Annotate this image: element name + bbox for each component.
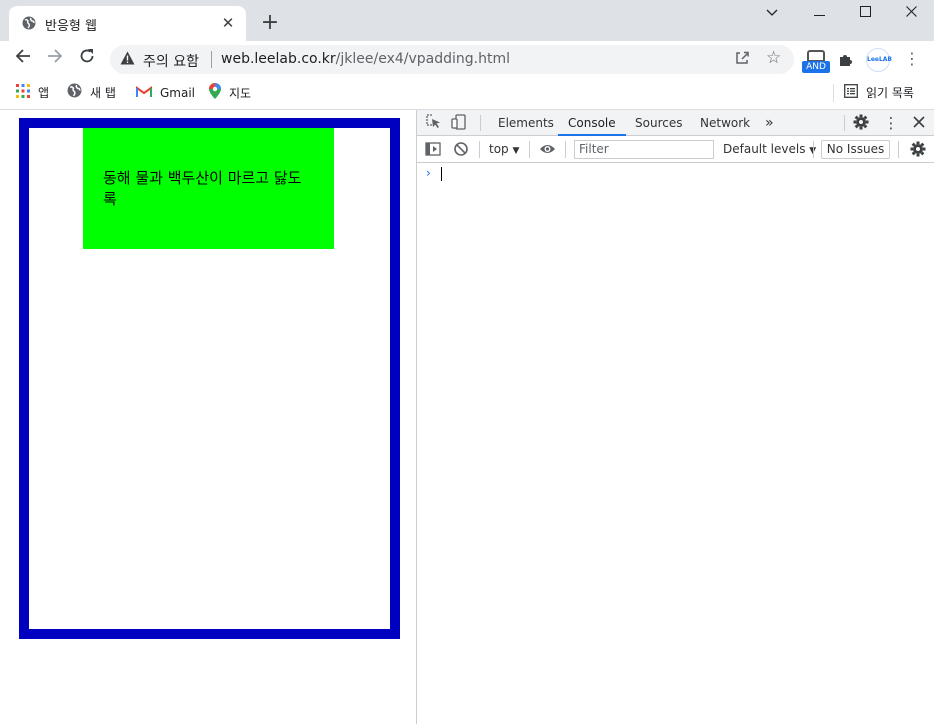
bookmark-apps[interactable]: 앱 [16,83,49,103]
devtools-divider [565,141,566,158]
globe-icon [22,16,36,34]
reading-list-icon [844,83,858,104]
bookmark-maps[interactable]: 지도 [209,83,251,103]
devtools-divider [479,141,480,158]
tab-search-chevron-icon[interactable] [749,0,795,28]
bookmark-new-tab[interactable]: 새 탭 [67,83,116,103]
console-prompt-chevron-icon: › [426,166,431,180]
gmail-icon [136,84,152,104]
bookmark-label: 앱 [38,86,50,100]
reload-button[interactable] [74,46,100,72]
leelab-extension-icon[interactable]: LeeLAB [866,48,892,72]
bookmark-star-icon[interactable]: ☆ [766,48,781,68]
green-padded-box: 동해 물과 백두산이 마르고 닳도록 [83,128,334,249]
tab-console[interactable]: Console [558,110,626,136]
window-close-button[interactable] [888,0,934,28]
blue-bordered-container: 동해 물과 백두산이 마르고 닳도록 [19,118,400,639]
console-filter-input[interactable]: Filter [574,140,714,159]
tab-close-icon[interactable]: ✕ [219,14,237,32]
minimize-button[interactable] [796,0,842,28]
device-toolbar-icon[interactable] [451,114,469,132]
devtools-panel: Elements Console Sources Network » ⋮ top… [416,110,934,724]
reading-list-button[interactable]: 읽기 목록 [844,83,914,103]
extensions-puzzle-icon[interactable] [838,52,854,72]
context-selector[interactable]: top ▼ [489,136,519,163]
bookmark-label: Gmail [160,86,196,100]
url-path: /jklee/ex4/vpadding.html [335,51,510,67]
bookmark-label: 지도 [229,86,252,101]
warning-icon[interactable] [120,51,135,69]
devtools-divider [813,141,814,158]
devtools-divider [844,115,845,131]
sidebar-toggle-icon[interactable] [425,141,443,159]
devtools-tab-bar: Elements Console Sources Network » ⋮ [417,110,934,136]
browser-toolbar: 주의 요함 web.leelab.co.kr/jklee/ex4/vpaddin… [0,41,934,77]
tab-sources[interactable]: Sources [635,110,682,136]
globe-icon [67,83,82,104]
browser-menu-icon[interactable]: ⋮ [904,50,920,68]
green-box-text: 동해 물과 백두산이 마르고 닳도록 [103,169,302,208]
clear-console-icon[interactable] [453,141,471,159]
bookmarks-divider [833,84,834,102]
bookmark-label: 새 탭 [90,86,116,100]
log-levels-label: Default levels [723,142,806,156]
forward-button[interactable] [42,46,68,72]
bookmarks-bar: 앱 새 탭 Gmail 지도 읽기 목록 [0,77,934,110]
and-extension-badge: AND [802,61,830,73]
issues-button[interactable]: No Issues [821,140,890,159]
live-expression-eye-icon[interactable] [539,141,557,159]
browser-title-bar: 반응형 웹 ✕ + [0,0,934,41]
map-pin-icon [209,83,221,105]
address-bar[interactable]: 주의 요함 web.leelab.co.kr/jklee/ex4/vpaddin… [110,45,794,74]
tab-network[interactable]: Network [700,110,750,136]
and-extension-icon[interactable]: AND [802,49,830,73]
maximize-button[interactable] [842,0,888,28]
new-tab-button[interactable]: + [258,11,282,35]
reading-list-label: 읽기 목록 [866,86,914,100]
inspect-element-icon[interactable] [426,114,444,132]
share-icon[interactable] [734,50,750,70]
console-toolbar: top ▼ Filter Default levels ▼ No Issues [417,136,934,163]
context-label: top [489,142,509,156]
settings-gear-icon[interactable] [853,114,871,132]
browser-tab[interactable]: 반응형 웹 ✕ [9,6,246,41]
page-viewport: 동해 물과 백두산이 마르고 닳도록 [0,110,416,724]
tab-title: 반응형 웹 [45,19,97,34]
security-label[interactable]: 주의 요함 [143,51,199,71]
bookmark-gmail[interactable]: Gmail [136,83,195,103]
devtools-divider [898,141,899,158]
tab-elements[interactable]: Elements [498,110,554,136]
url-text[interactable]: web.leelab.co.kr/jklee/ex4/vpadding.html [221,51,510,67]
log-levels-dropdown[interactable]: Default levels ▼ [723,136,816,163]
more-tabs-icon[interactable]: » [765,110,774,136]
console-input-caret[interactable] [441,167,442,181]
apps-grid-icon [16,83,30,104]
dropdown-arrow-icon: ▼ [512,146,520,156]
devtools-close-icon[interactable] [911,114,929,132]
back-button[interactable] [10,46,36,72]
address-divider [211,51,212,68]
devtools-menu-icon[interactable]: ⋮ [882,114,900,132]
devtools-divider [529,141,530,158]
url-host: web.leelab.co.kr [221,51,336,67]
devtools-divider [480,115,481,131]
console-settings-gear-icon[interactable] [910,141,928,159]
